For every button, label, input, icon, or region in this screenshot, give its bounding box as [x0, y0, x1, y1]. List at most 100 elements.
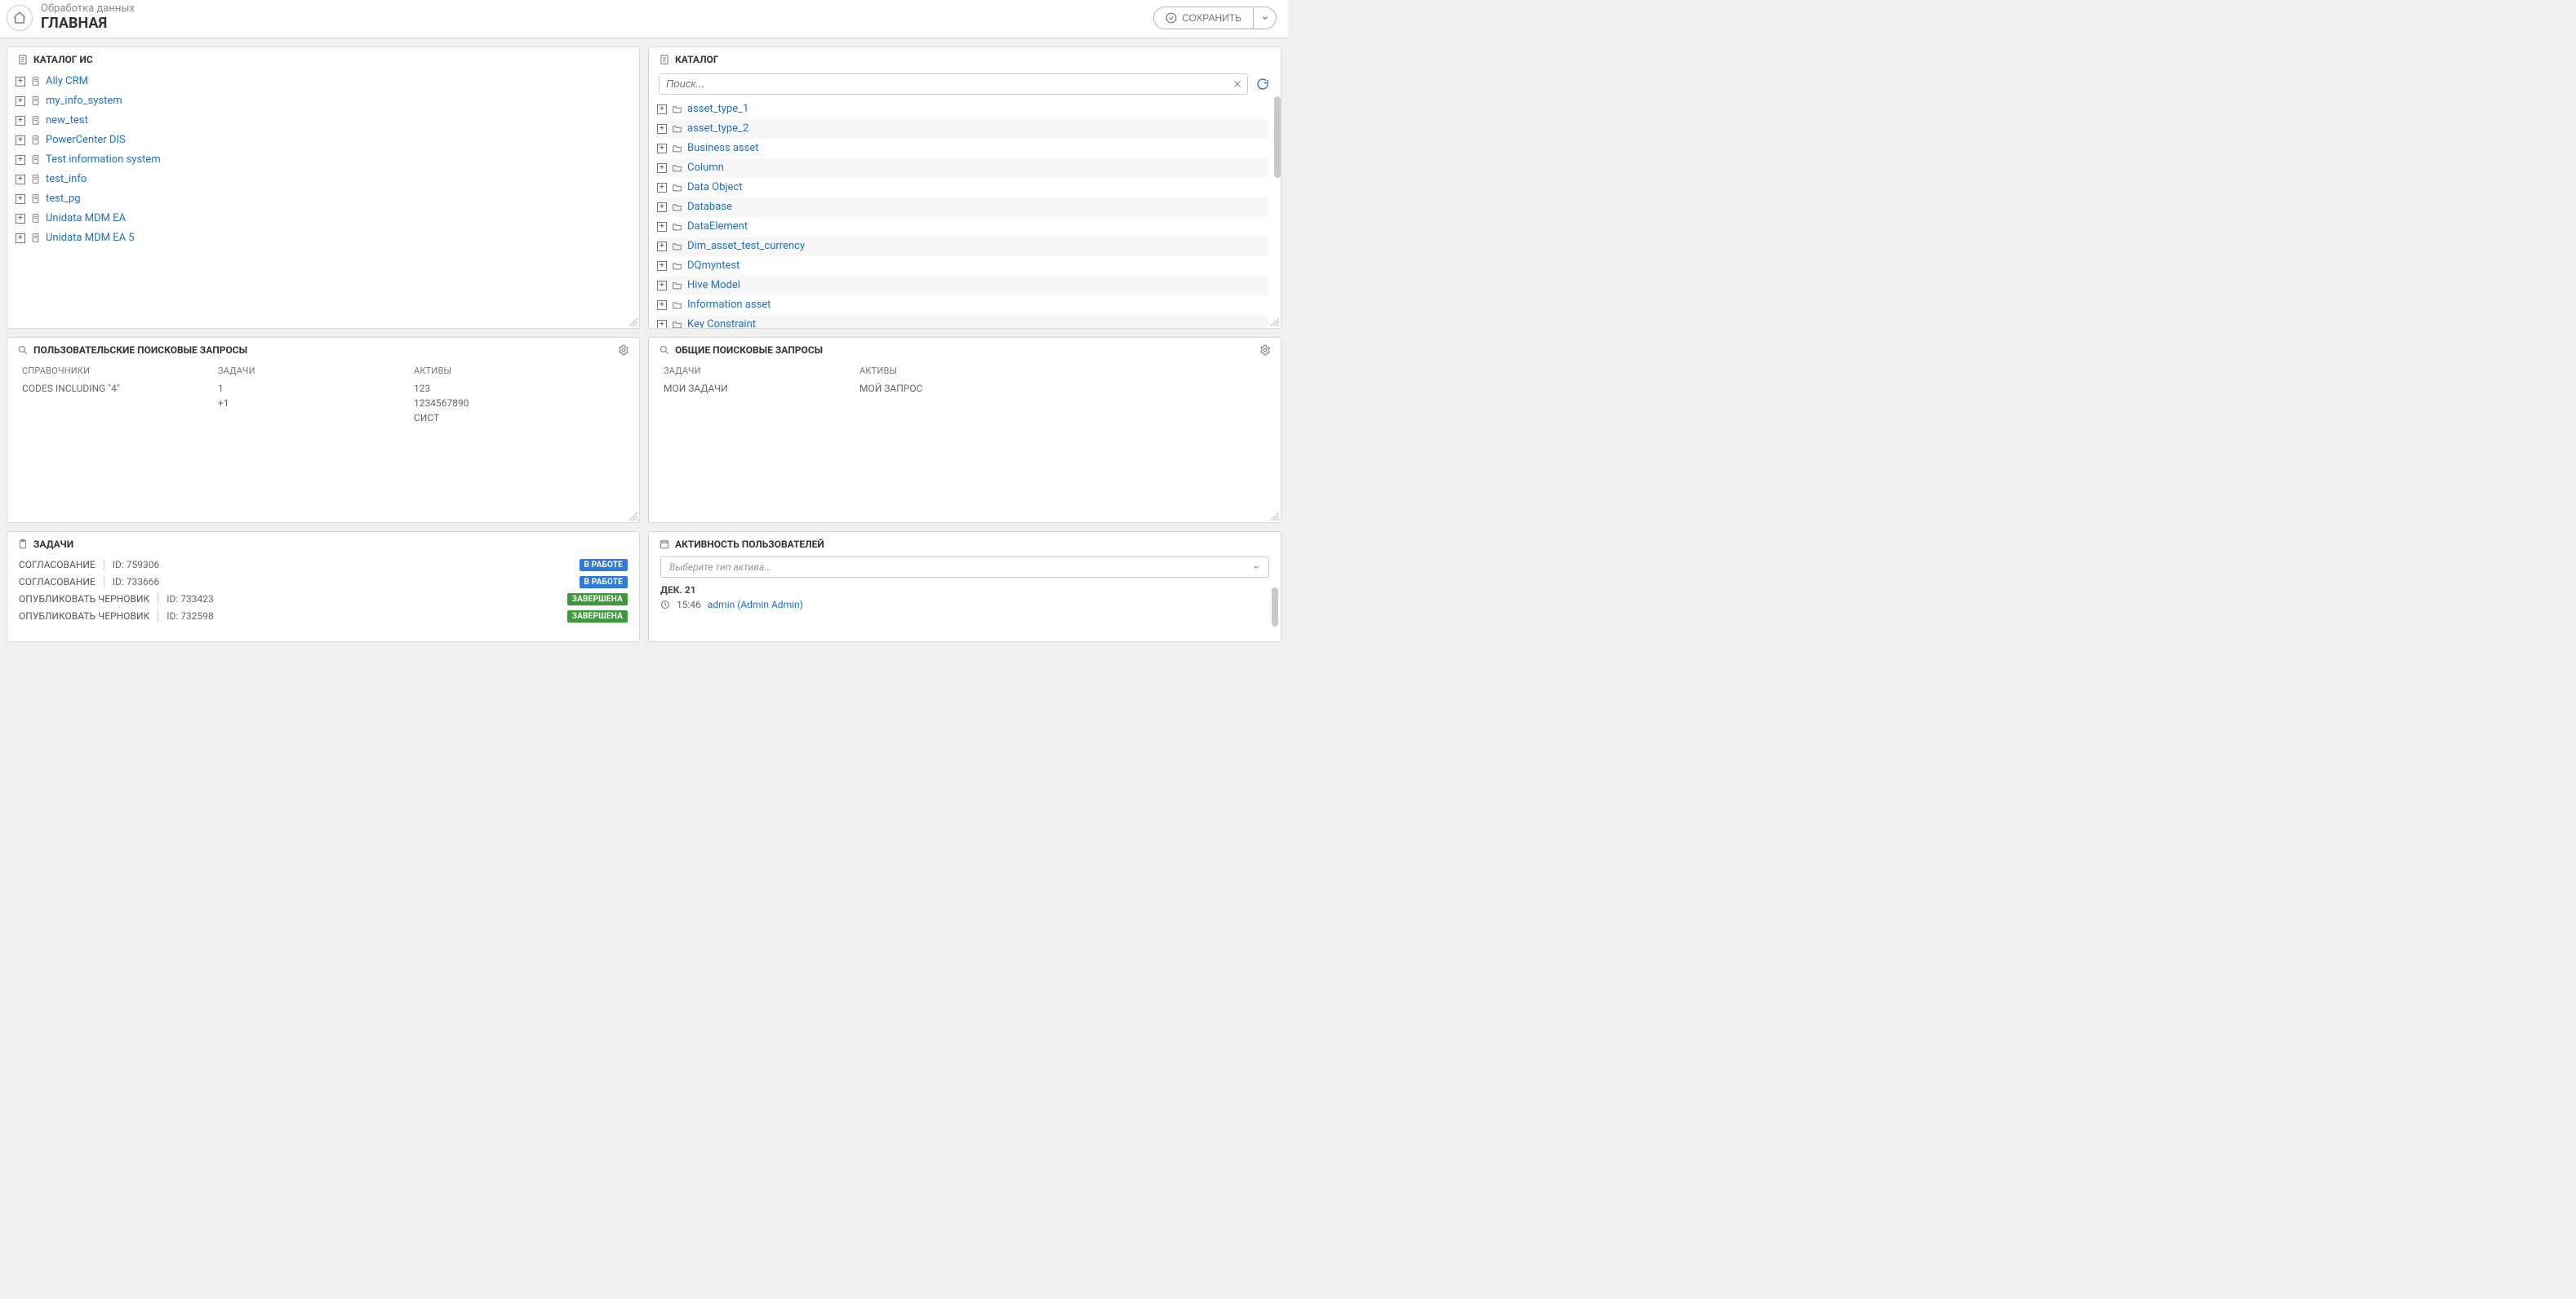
- expand-toggle[interactable]: +: [16, 233, 25, 243]
- tree-item-link[interactable]: Unidata MDM EA: [46, 212, 126, 224]
- tree-item-link[interactable]: DataElement: [687, 220, 748, 233]
- save-button-group: СОХРАНИТЬ: [1153, 7, 1277, 29]
- expand-toggle[interactable]: +: [657, 163, 667, 173]
- task-row[interactable]: ОПУБЛИКОВАТЬ ЧЕРНОВИКID: 732598ЗАВЕРШЕНА: [7, 608, 639, 625]
- tree-item-link[interactable]: Unidata MDM EA 5: [46, 232, 135, 244]
- tree-item-link[interactable]: Data Object: [687, 181, 742, 193]
- tree-item-link[interactable]: Database: [687, 201, 732, 213]
- search-icon: [659, 344, 670, 356]
- search-item[interactable]: CODES INCLUDING "4": [22, 383, 185, 394]
- expand-toggle[interactable]: +: [16, 194, 25, 204]
- panel-header-activity: АКТИВНОСТЬ ПОЛЬЗОВАТЕЛЕЙ: [649, 532, 1281, 553]
- search-item[interactable]: МОЙ ЗАПРОС: [859, 383, 1023, 394]
- tree-item-link[interactable]: my_info_system: [46, 95, 122, 107]
- catalog-search-input[interactable]: [666, 78, 1226, 90]
- expand-toggle[interactable]: +: [16, 155, 25, 165]
- tree-item-link[interactable]: new_test: [46, 114, 88, 126]
- task-row[interactable]: СОГЛАСОВАНИЕID: 733666В РАБОТЕ: [7, 574, 639, 591]
- expand-toggle[interactable]: +: [16, 116, 25, 126]
- gear-icon[interactable]: [1259, 344, 1271, 356]
- save-button-dropdown[interactable]: [1254, 7, 1277, 29]
- expand-toggle[interactable]: +: [657, 300, 667, 310]
- tree-item: + asset_type_1: [657, 100, 1268, 119]
- document-icon: [659, 54, 670, 65]
- activity-user[interactable]: admin (Admin Admin): [708, 599, 803, 610]
- status-badge: ЗАВЕРШЕНА: [567, 593, 628, 605]
- search-item[interactable]: 1234567890: [414, 397, 577, 409]
- resize-handle[interactable]: [629, 512, 637, 521]
- clipboard-icon: [17, 539, 29, 550]
- activity-select-placeholder: Выберите тип актива...: [669, 561, 772, 573]
- expand-toggle[interactable]: +: [657, 104, 667, 114]
- tree-item-link[interactable]: Test information system: [46, 153, 161, 166]
- tree-item-link[interactable]: Ally CRM: [46, 75, 88, 87]
- task-id: ID: 733666: [113, 576, 160, 587]
- clear-icon[interactable]: [1232, 79, 1242, 89]
- tree-item: + test_pg: [16, 189, 631, 209]
- tree-item-link[interactable]: Dim_asset_test_currency: [687, 240, 805, 252]
- scrollbar[interactable]: [1274, 96, 1281, 178]
- task-row[interactable]: ОПУБЛИКОВАТЬ ЧЕРНОВИКID: 733423ЗАВЕРШЕНА: [7, 591, 639, 608]
- resize-handle[interactable]: [629, 318, 637, 326]
- panel-header-catalog: КАТАЛОГ: [649, 47, 1281, 69]
- panel-title: КАТАЛОГ: [675, 54, 719, 65]
- expand-toggle[interactable]: +: [657, 144, 667, 153]
- expand-toggle[interactable]: +: [657, 202, 667, 212]
- home-icon[interactable]: [7, 5, 33, 31]
- task-id: ID: 759306: [113, 559, 160, 570]
- search-column: АКТИВЫМОЙ ЗАПРОС: [859, 366, 1023, 397]
- tree-item-link[interactable]: Business asset: [687, 142, 759, 154]
- tree-item-link[interactable]: test_info: [46, 173, 87, 185]
- panel-title: ПОЛЬЗОВАТЕЛЬСКИЕ ПОИСКОВЫЕ ЗАПРОСЫ: [33, 344, 247, 356]
- expand-toggle[interactable]: +: [657, 124, 667, 134]
- task-type: ОПУБЛИКОВАТЬ ЧЕРНОВИК: [19, 610, 149, 622]
- user-search-columns: СПРАВОЧНИКИCODES INCLUDING "4"ЗАДАЧИ1+1А…: [7, 362, 639, 430]
- task-row[interactable]: СОГЛАСОВАНИЕID: 759306В РАБОТЕ: [7, 556, 639, 574]
- resize-handle[interactable]: [1271, 318, 1279, 326]
- save-button-label: СОХРАНИТЬ: [1182, 12, 1241, 24]
- panel-shared-search: ОБЩИЕ ПОИСКОВЫЕ ЗАПРОСЫ ЗАДАЧИМОИ ЗАДАЧИ…: [648, 337, 1281, 523]
- tree-item: + Unidata MDM EA 5: [16, 228, 631, 248]
- tree-item-link[interactable]: test_pg: [46, 193, 81, 205]
- tree-item-link[interactable]: Key Constraint: [687, 318, 756, 328]
- tree-item-link[interactable]: DQmyntest: [687, 259, 739, 272]
- activity-type-select[interactable]: Выберите тип актива...: [660, 556, 1269, 578]
- search-item[interactable]: 1: [218, 383, 381, 394]
- tree-item-link[interactable]: Hive Model: [687, 279, 740, 291]
- expand-toggle[interactable]: +: [657, 320, 667, 328]
- tree-item-link[interactable]: asset_type_1: [687, 103, 748, 115]
- search-item[interactable]: МОИ ЗАДАЧИ: [664, 383, 827, 394]
- save-button[interactable]: СОХРАНИТЬ: [1153, 7, 1254, 29]
- expand-toggle[interactable]: +: [16, 135, 25, 145]
- expand-toggle[interactable]: +: [657, 183, 667, 193]
- refresh-icon[interactable]: [1255, 76, 1271, 92]
- expand-toggle[interactable]: +: [657, 242, 667, 251]
- expand-toggle[interactable]: +: [657, 261, 667, 271]
- app-header: Обработка данных ГЛАВНАЯ СОХРАНИТЬ: [0, 0, 1288, 38]
- search-item[interactable]: 123: [414, 383, 577, 394]
- tree-item-link[interactable]: asset_type_2: [687, 122, 748, 135]
- search-item[interactable]: +1: [218, 397, 381, 409]
- resize-handle[interactable]: [1271, 512, 1279, 521]
- expand-toggle[interactable]: +: [657, 281, 667, 290]
- expand-toggle[interactable]: +: [16, 214, 25, 224]
- activity-date: ДЕК. 21: [649, 584, 1281, 599]
- search-item[interactable]: СИСТ: [414, 412, 577, 423]
- tree-item: + test_info: [16, 170, 631, 189]
- status-badge: В РАБОТЕ: [580, 576, 628, 588]
- tree-item: + Test information system: [16, 150, 631, 170]
- tree-item: + Database: [657, 197, 1268, 217]
- expand-toggle[interactable]: +: [16, 96, 25, 106]
- expand-toggle[interactable]: +: [16, 77, 25, 86]
- gear-icon[interactable]: [618, 344, 629, 356]
- expand-toggle[interactable]: +: [16, 175, 25, 184]
- tree-item-link[interactable]: Column: [687, 162, 724, 174]
- search-column: ЗАДАЧИ1+1: [218, 366, 381, 427]
- panel-title: ЗАДАЧИ: [33, 539, 73, 550]
- scrollbar[interactable]: [1272, 587, 1278, 627]
- search-column-header: ЗАДАЧИ: [664, 366, 827, 376]
- expand-toggle[interactable]: +: [657, 222, 667, 232]
- tree-item-link[interactable]: PowerCenter DIS: [46, 134, 126, 146]
- tree-item: + DataElement: [657, 217, 1268, 237]
- tree-item-link[interactable]: Information asset: [687, 299, 771, 311]
